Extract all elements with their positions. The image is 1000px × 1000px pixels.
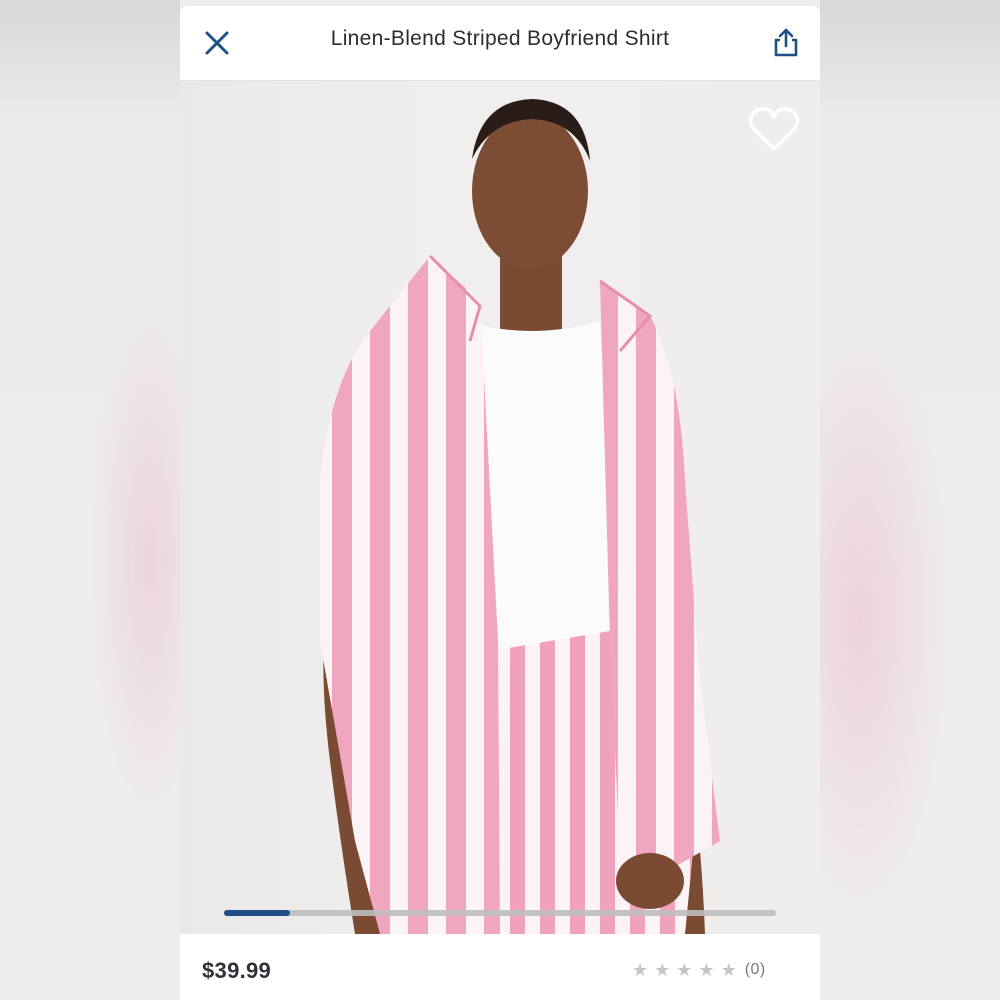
heart-outline-icon (748, 107, 800, 151)
product-photo (320, 99, 720, 934)
rating-summary[interactable]: ★ ★ ★ ★ ★ (0) (632, 958, 766, 982)
share-icon (774, 28, 798, 57)
carousel-progress-track (224, 910, 776, 916)
star-icon: ★ (632, 960, 649, 980)
review-count: (0) (744, 961, 766, 978)
product-image-gallery[interactable] (180, 81, 820, 934)
star-icon: ★ (654, 960, 671, 980)
product-info-bar: $39.99 ★ ★ ★ ★ ★ (0) (180, 934, 820, 1000)
background-blur-right (820, 0, 1000, 1000)
header-bar: Linen-Blend Striped Boyfriend Shirt (180, 6, 820, 81)
star-icon: ★ (698, 960, 715, 980)
background-blur-left (0, 0, 180, 1000)
share-button[interactable] (768, 24, 804, 60)
close-icon (205, 31, 229, 55)
carousel-progress-indicator (224, 910, 291, 916)
star-icon: ★ (676, 960, 693, 980)
page-title: Linen-Blend Striped Boyfriend Shirt (330, 27, 670, 50)
favorite-button[interactable] (748, 105, 800, 153)
product-detail-screen: Linen-Blend Striped Boyfriend Shirt $39.… (180, 6, 820, 1000)
star-icon: ★ (720, 960, 737, 980)
close-button[interactable] (200, 26, 234, 60)
product-price: $39.99 (202, 958, 272, 983)
